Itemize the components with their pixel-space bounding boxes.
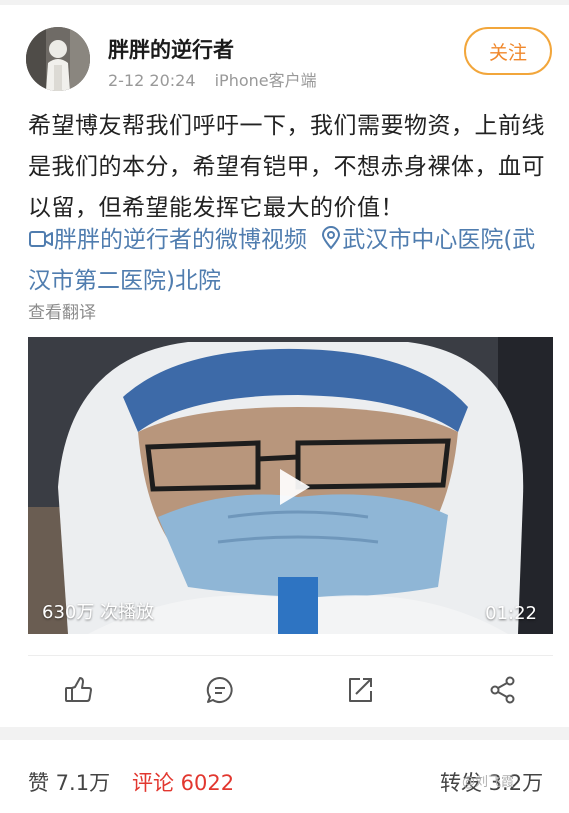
avatar[interactable]	[26, 27, 90, 91]
post-client: iPhone客户端	[214, 71, 317, 90]
video-duration: 01:22	[485, 603, 537, 624]
post-time: 2-12 20:24	[108, 71, 196, 90]
like-count-tab[interactable]: 赞 7.1万	[28, 767, 110, 797]
repost-icon	[349, 678, 372, 702]
location-pin-icon	[322, 226, 341, 250]
video-camera-icon	[29, 231, 53, 247]
comment-count-tab[interactable]: 评论 6022	[132, 767, 234, 797]
view-count: 630万 次播放	[42, 602, 155, 623]
author-name[interactable]: 胖胖的逆行者	[108, 34, 234, 64]
post-links: 胖胖的逆行者的微博视频 武汉市中心医院(武汉市第二医院)北院	[28, 220, 548, 302]
avatar-photo	[26, 27, 90, 91]
comment-icon	[206, 676, 233, 703]
comment-button[interactable]	[200, 670, 240, 710]
repost-button[interactable]	[340, 670, 380, 710]
action-bar	[28, 655, 553, 727]
video-player[interactable]: 630万 次播放 01:22	[28, 337, 553, 634]
share-icon	[490, 676, 515, 704]
follow-button[interactable]: 关注	[464, 27, 552, 75]
translate-link[interactable]: 查看翻译	[28, 298, 96, 323]
video-link[interactable]: 胖胖的逆行者的微博视频	[28, 227, 314, 253]
play-icon[interactable]	[266, 461, 318, 513]
post-text: 希望博友帮我们呼吁一下，我们需要物资，上前线是我们的本分，希望有铠甲，不想赤身裸…	[28, 113, 545, 221]
share-button[interactable]	[483, 670, 523, 710]
watermark: @刘飞霞	[462, 775, 515, 790]
like-button[interactable]	[58, 670, 98, 710]
thumb-up-icon	[65, 677, 92, 702]
video-link-label: 胖胖的逆行者的微博视频	[54, 227, 307, 253]
post-meta: 2-12 20:24 iPhone客户端	[108, 67, 331, 91]
